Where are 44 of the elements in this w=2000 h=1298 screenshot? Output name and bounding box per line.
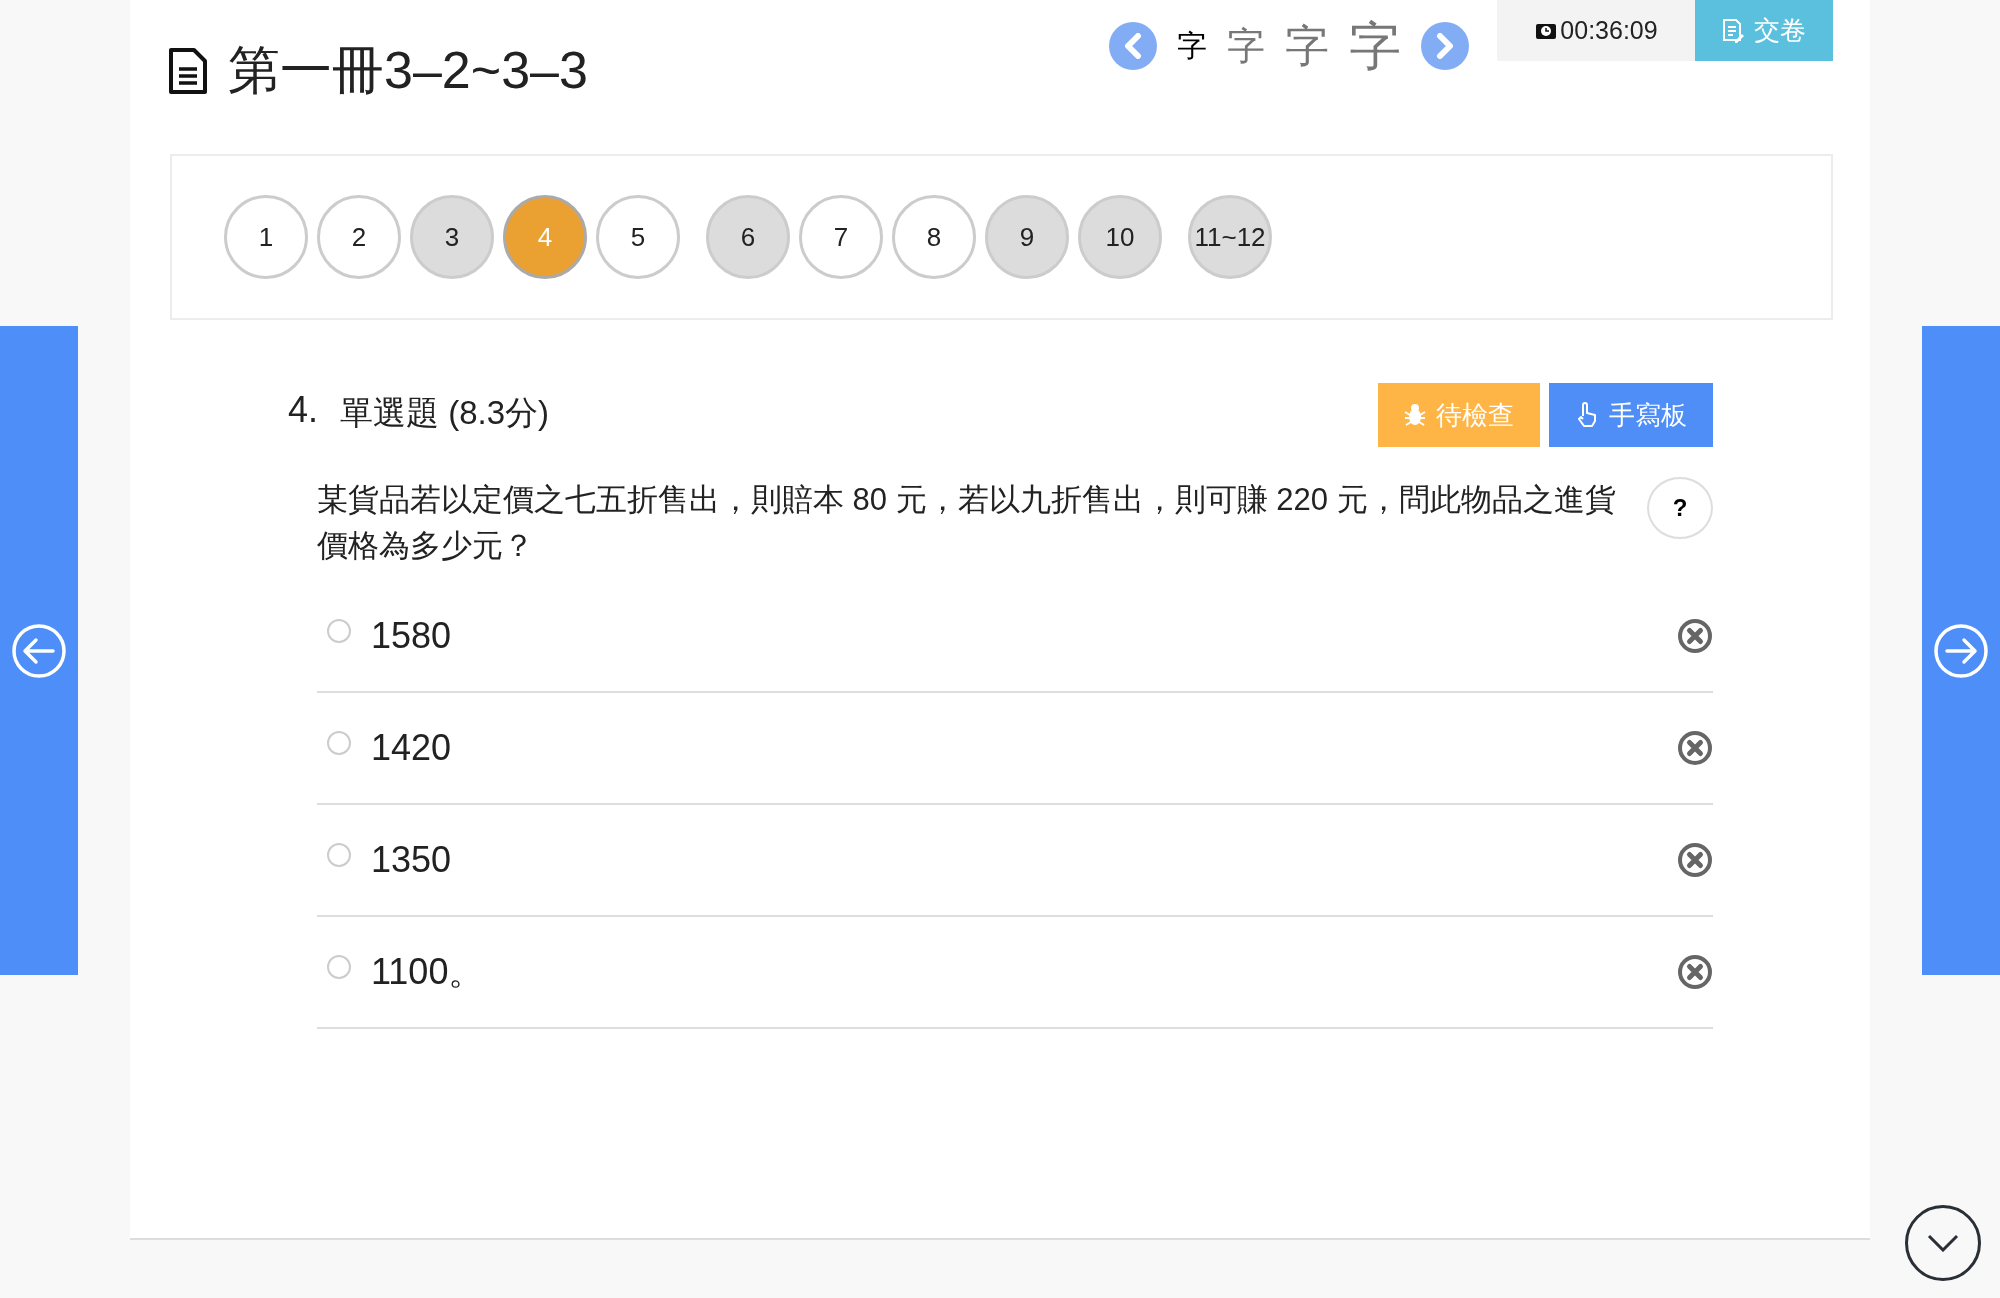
eliminate-option-icon[interactable] (1677, 730, 1713, 766)
chevron-down-icon (1927, 1234, 1959, 1252)
bug-icon (1404, 403, 1426, 427)
chevron-left-icon (1123, 33, 1143, 59)
question-number-button[interactable]: 6 (706, 195, 790, 279)
option-text: 1100。 (371, 949, 486, 994)
eliminate-option-icon[interactable] (1677, 618, 1713, 654)
question-number-button[interactable]: 1 (224, 195, 308, 279)
arrow-left-circle-icon (11, 622, 67, 679)
font-size-option[interactable]: 字 (1285, 24, 1329, 68)
page-title: 第一冊3–2~3–3 (228, 40, 588, 101)
font-size-option[interactable]: 字 (1349, 20, 1401, 72)
radio-button[interactable] (327, 955, 351, 979)
question-type-score: 單選題 (8.3分) (340, 393, 550, 433)
option-text: 1580 (371, 615, 453, 657)
document-icon (168, 47, 208, 95)
chevron-right-icon (1435, 33, 1455, 59)
scroll-down-button[interactable] (1905, 1205, 1981, 1281)
question-number-button[interactable]: 7 (799, 195, 883, 279)
question-number-button[interactable]: 9 (985, 195, 1069, 279)
help-button[interactable]: ? (1647, 477, 1713, 539)
option-text: 1350 (371, 839, 453, 881)
radio-button[interactable] (327, 843, 351, 867)
radio-button[interactable] (327, 619, 351, 643)
next-button[interactable] (1421, 22, 1469, 70)
font-size-option[interactable]: 字 (1177, 31, 1207, 61)
font-size-option[interactable]: 字 (1227, 27, 1265, 65)
question-number-button[interactable]: 5 (596, 195, 680, 279)
document-pen-icon (1722, 17, 1744, 44)
question-text: 某貨品若以定價之七五折售出，則賠本 80 元，若以九折售出，則可賺 220 元，問此物品之進貨價格為多少元？ (317, 481, 1617, 565)
eliminate-option-icon[interactable] (1677, 842, 1713, 878)
question-number-button[interactable]: 3 (410, 195, 494, 279)
previous-button[interactable] (1109, 22, 1157, 70)
arrow-right-circle-icon (1933, 622, 1989, 679)
question-number-button[interactable]: 8 (892, 195, 976, 279)
pointing-hand-icon (1575, 402, 1599, 428)
question-number-button[interactable]: 2 (317, 195, 401, 279)
eliminate-option-icon[interactable] (1677, 954, 1713, 990)
question-number-button[interactable]: 10 (1078, 195, 1162, 279)
question-number-button[interactable]: 11~12 (1188, 195, 1272, 279)
timer-text: 00:36:09 (1560, 16, 1658, 45)
radio-button[interactable] (327, 731, 351, 755)
option-text: 1420 (371, 727, 453, 769)
question-number: 4. (288, 389, 320, 431)
